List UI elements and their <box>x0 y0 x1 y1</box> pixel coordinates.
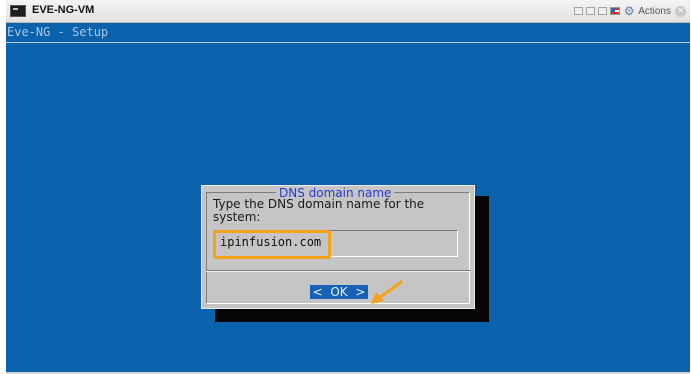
fit-window-icon[interactable] <box>586 7 596 15</box>
dialog-prompt: Type the DNS domain name for the system: <box>213 197 425 224</box>
console-title: Eve-NG - Setup <box>7 25 109 39</box>
window-titlebar[interactable]: EVE-NG-VM ⚙ Actions × <box>6 0 690 23</box>
actions-menu[interactable]: Actions <box>638 6 671 17</box>
gear-icon[interactable]: ⚙ <box>623 5 635 17</box>
ok-button[interactable]: < OK > <box>310 285 368 299</box>
console-header: Eve-NG - Setup <box>6 23 690 43</box>
flag-icon[interactable] <box>610 7 621 15</box>
send-ctrl-alt-del-icon[interactable] <box>574 7 584 15</box>
dialog-divider <box>206 270 470 272</box>
close-icon[interactable]: × <box>675 5 686 17</box>
dns-domain-dialog: DNS domain name Type the DNS domain name… <box>201 185 475 309</box>
window-controls: ⚙ Actions × <box>574 3 686 19</box>
window-title: EVE-NG-VM <box>32 4 95 16</box>
fullscreen-icon[interactable] <box>598 7 608 15</box>
dns-input-box <box>214 230 460 257</box>
vm-console-icon <box>10 5 26 17</box>
dns-domain-input[interactable] <box>216 235 460 249</box>
